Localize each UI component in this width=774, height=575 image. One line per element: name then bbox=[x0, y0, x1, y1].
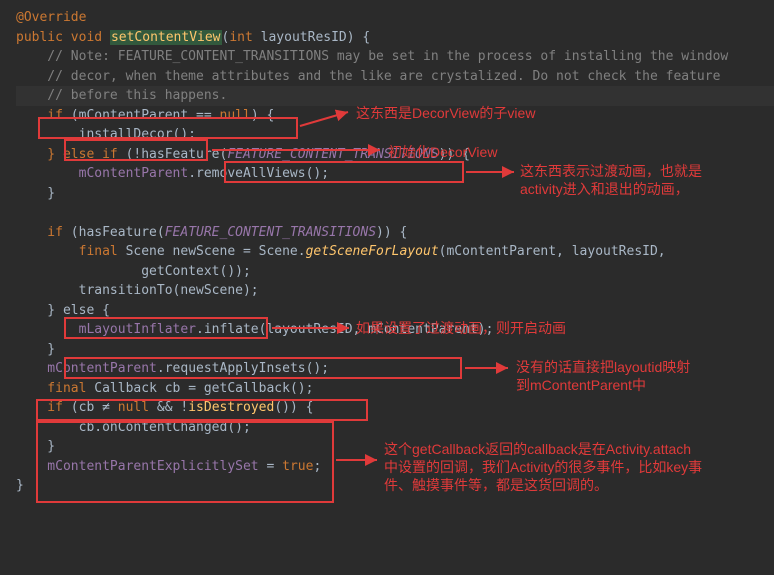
install-decor-call: installDecor(); bbox=[16, 127, 196, 142]
annotation-override: @Override bbox=[16, 10, 86, 25]
annotation-init-decorview: 初始化DecorView bbox=[388, 143, 497, 161]
annotation-decorview-child: 这东西是DecorView的子view bbox=[356, 104, 535, 122]
annotation-transition-meaning: 这东西表示过渡动画，也就是 activity进入和退出的动画， bbox=[520, 162, 702, 198]
comment-line: // decor, when theme attributes and the … bbox=[16, 67, 774, 87]
method-name: setContentView bbox=[110, 30, 222, 45]
comment-line: // before this happens. bbox=[16, 88, 227, 103]
transition-to-call: transitionTo(newScene); bbox=[16, 281, 774, 301]
comment-line: // Note: FEATURE_CONTENT_TRANSITIONS may… bbox=[16, 47, 774, 67]
annotation-start-anim: 如果设置了过渡动画，则开启动画 bbox=[356, 319, 566, 337]
annotation-inflate-layout: 没有的话直接把layoutid映射 到mContentParent中 bbox=[516, 358, 690, 394]
annotation-callback-desc: 这个getCallback返回的callback是在Activity.attac… bbox=[384, 440, 702, 495]
code-block: @Override public void setContentView(int… bbox=[0, 0, 774, 504]
